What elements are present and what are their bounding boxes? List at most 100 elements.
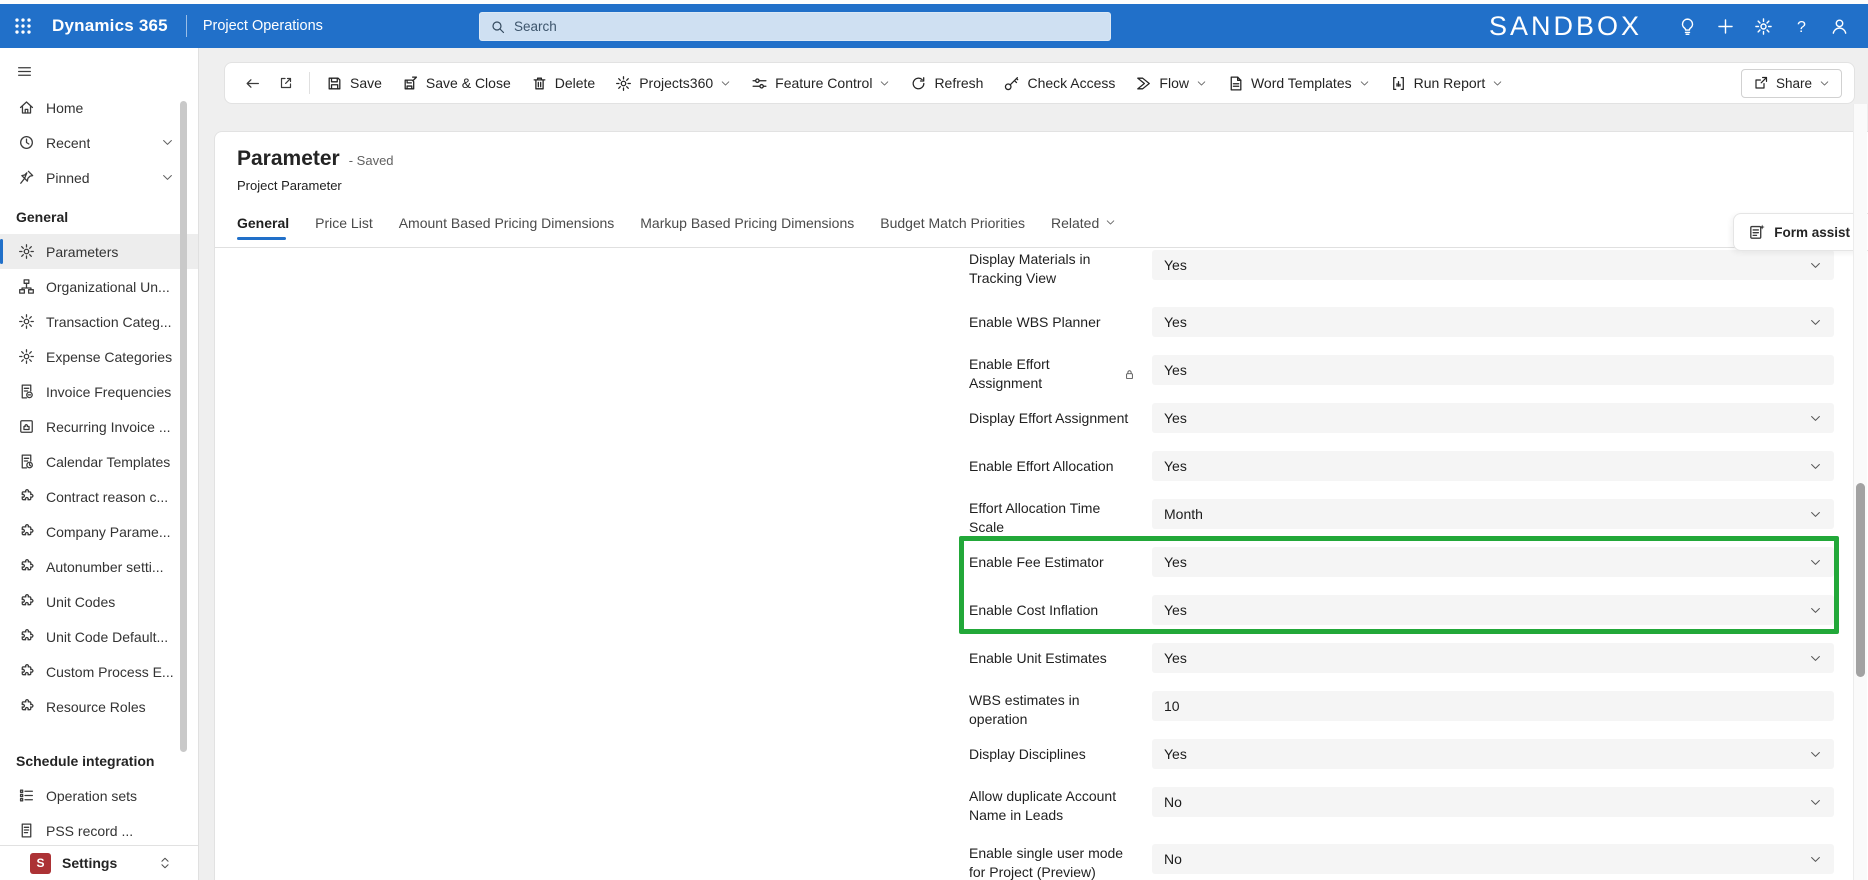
field-input[interactable]: Yes	[1152, 547, 1834, 577]
help-button[interactable]: ?	[1782, 4, 1820, 48]
command-button[interactable]: Save & Close	[392, 67, 521, 99]
command-button[interactable]: Save	[316, 67, 392, 99]
doc-invoice-icon	[18, 383, 35, 400]
command-button[interactable]: Check Access	[993, 67, 1125, 99]
refresh-icon	[910, 75, 927, 92]
field-label: Effort Allocation Time Scale	[969, 500, 1101, 535]
puzzle-box-icon	[18, 418, 35, 435]
command-button[interactable]: Run Report	[1380, 67, 1514, 99]
command-button[interactable]: Refresh	[900, 67, 993, 99]
field-input[interactable]: No	[1152, 844, 1834, 874]
field-label: Enable single user mode for Project (Pre…	[969, 845, 1124, 880]
quick-ideas-button[interactable]	[1668, 4, 1706, 48]
sidebar-item[interactable]: Company Parame...	[0, 514, 198, 549]
open-in-new-window-button[interactable]	[269, 67, 303, 99]
field-input[interactable]: Yes	[1152, 307, 1834, 337]
command-button[interactable]: Feature Control	[741, 67, 900, 99]
command-button[interactable]: Delete	[521, 67, 605, 99]
share-icon	[1753, 75, 1769, 91]
global-search-box[interactable]	[479, 12, 1111, 41]
field-input[interactable]: Yes	[1152, 403, 1834, 433]
save-icon	[326, 75, 343, 92]
gear-icon	[1754, 17, 1773, 36]
svg-text:?: ?	[1797, 17, 1806, 35]
form-tab[interactable]: Related	[1038, 205, 1129, 240]
sidebar-item[interactable]: PSS record ...	[0, 813, 198, 845]
sidebar-item[interactable]: Contract reason c...	[0, 479, 198, 514]
record-form-card: Parameter - Saved Project Parameter Gene…	[214, 131, 1868, 880]
command-button[interactable]: Word Templates	[1217, 67, 1380, 99]
chevron-down-icon	[161, 171, 174, 184]
sidebar-item[interactable]: Custom Process E...	[0, 654, 198, 689]
field-input[interactable]: Yes	[1152, 355, 1834, 385]
commandbar-divider	[309, 72, 310, 94]
sidebar-item[interactable]: Unit Codes	[0, 584, 198, 619]
form-tab[interactable]: Markup Based Pricing Dimensions	[627, 205, 867, 240]
search-input[interactable]	[514, 19, 1100, 34]
chevron-down-icon	[161, 136, 174, 149]
sidebar-item[interactable]: Parameters	[0, 234, 198, 269]
field-label: Enable Effort Allocation	[969, 457, 1114, 474]
topbar-divider	[185, 15, 187, 37]
sidebar-item[interactable]: Operation sets	[0, 778, 198, 813]
area-title[interactable]: Project Operations	[203, 18, 323, 34]
form-field-row: Enable WBS Planner Yes	[969, 307, 1834, 337]
sitemap-schedule-group: Operation sets PSS record ...	[0, 778, 198, 845]
sidebar-item[interactable]: Transaction Categ...	[0, 304, 198, 339]
field-input[interactable]: Yes	[1152, 451, 1834, 481]
sitemap-group-header-general: General	[16, 209, 69, 225]
chevron-down-icon	[1196, 78, 1207, 89]
form-field-row: Allow duplicate Account Name in Leads No	[969, 787, 1834, 823]
sidebar-item[interactable]: Resource Roles	[0, 689, 198, 724]
sidebar-scrollbar-thumb[interactable]	[180, 101, 187, 752]
sidebar-item[interactable]: Pinned	[0, 160, 198, 195]
puzzle-icon	[18, 523, 35, 540]
field-input[interactable]: Yes	[1152, 739, 1834, 769]
puzzle-icon	[18, 663, 35, 680]
sitemap-scroll-area: Home Recent Pinned General Parameters Or…	[0, 48, 198, 845]
area-switcher[interactable]: S Settings	[0, 845, 198, 880]
pin-icon	[18, 169, 35, 186]
sidebar-item[interactable]: Recent	[0, 125, 198, 160]
command-button[interactable]: Projects360	[605, 67, 741, 99]
sidebar-item[interactable]: Calendar Templates	[0, 444, 198, 479]
page-scrollbar-thumb[interactable]	[1856, 483, 1865, 677]
sidebar-item[interactable]: Home	[0, 90, 198, 125]
field-input[interactable]: Month	[1152, 499, 1834, 529]
page-scrollbar[interactable]	[1853, 104, 1867, 880]
form-assist-button[interactable]: Form assist	[1733, 213, 1868, 251]
back-arrow-icon	[244, 75, 261, 92]
account-button[interactable]	[1820, 4, 1858, 48]
field-input[interactable]: 10	[1152, 691, 1834, 721]
form-tab[interactable]: Price List	[302, 205, 386, 240]
field-input[interactable]: No	[1152, 787, 1834, 817]
form-tab[interactable]: Amount Based Pricing Dimensions	[386, 205, 628, 240]
settings-button[interactable]	[1744, 4, 1782, 48]
back-button[interactable]	[235, 67, 269, 99]
sidebar-item[interactable]: Invoice Frequencies	[0, 374, 198, 409]
chevron-down-icon	[1809, 412, 1822, 425]
sitemap-collapse-button[interactable]	[0, 52, 198, 90]
sidebar-item[interactable]: Unit Code Default...	[0, 619, 198, 654]
form-field-row: Enable Effort Assignment Yes	[969, 355, 1834, 391]
key-icon	[1003, 75, 1020, 92]
command-button[interactable]: Flow	[1125, 67, 1217, 99]
commandbar-buttons: Save Save & Close Delete Projects360 Fea…	[316, 67, 1513, 99]
field-input[interactable]: Yes	[1152, 643, 1834, 673]
app-launcher-button[interactable]	[0, 4, 46, 48]
sidebar-item[interactable]: Recurring Invoice ...	[0, 409, 198, 444]
sidebar-item[interactable]: Autonumber setti...	[0, 549, 198, 584]
form-tab[interactable]: Budget Match Priorities	[867, 205, 1038, 240]
puzzle-icon	[18, 628, 35, 645]
sidebar-item[interactable]: Organizational Un...	[0, 269, 198, 304]
chevron-down-icon	[1809, 796, 1822, 809]
chevron-down-icon	[1105, 217, 1116, 228]
form-tab[interactable]: General	[237, 205, 302, 240]
app-title[interactable]: Dynamics 365	[52, 16, 168, 36]
share-button[interactable]: Share	[1740, 68, 1842, 98]
field-input[interactable]: Yes	[1152, 595, 1834, 625]
create-new-button[interactable]	[1706, 4, 1744, 48]
gear-icon	[18, 313, 35, 330]
sidebar-item[interactable]: Expense Categories	[0, 339, 198, 374]
field-input[interactable]: Yes	[1152, 250, 1834, 280]
